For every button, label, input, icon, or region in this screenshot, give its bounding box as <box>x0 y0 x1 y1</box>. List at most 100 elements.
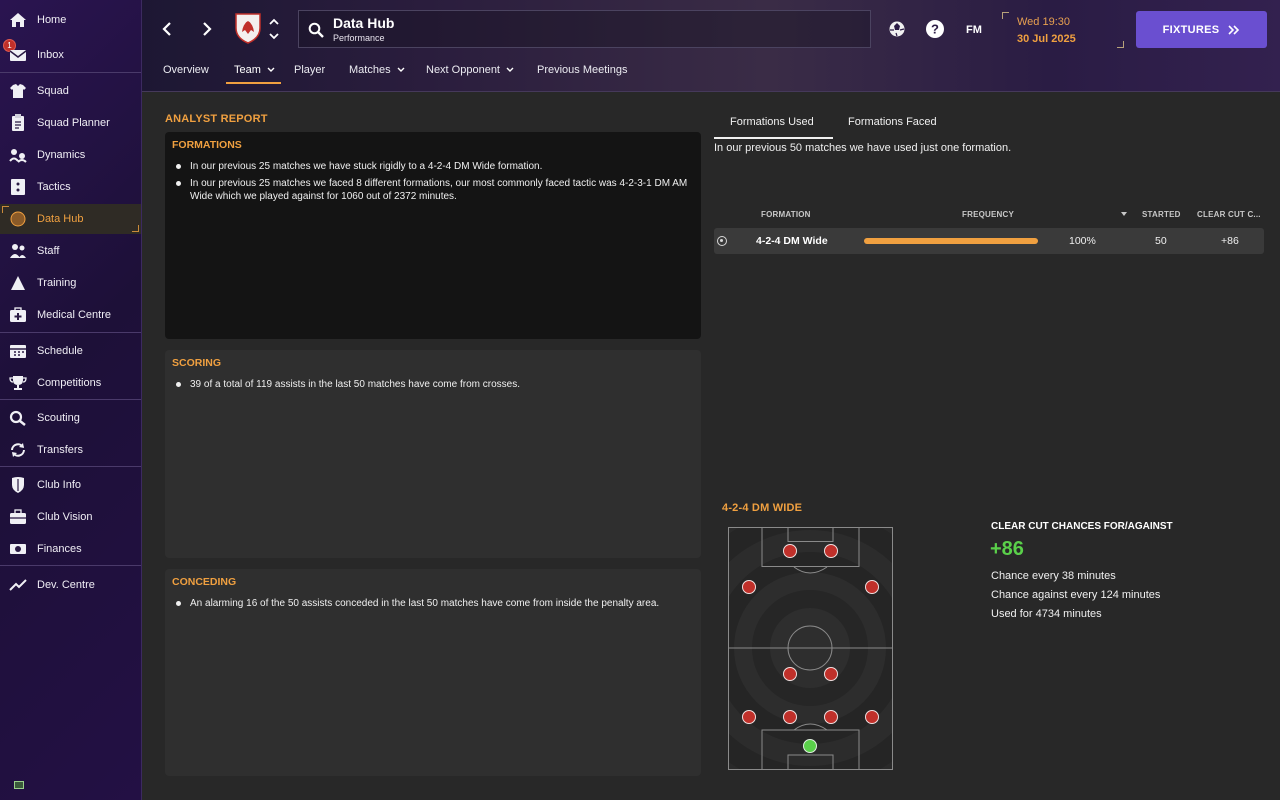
clear-cut-total: +86 <box>990 538 1024 560</box>
help-button[interactable]: ? <box>924 18 946 40</box>
conceding-heading: CONCEDING <box>172 576 237 588</box>
player-marker[interactable] <box>824 544 838 558</box>
player-marker[interactable] <box>824 710 838 724</box>
clear-cut-value: +86 <box>1221 235 1239 247</box>
goalkeeper-marker[interactable] <box>803 739 817 753</box>
started-value: 50 <box>1155 235 1167 247</box>
sidebar-item-training[interactable]: Training <box>0 268 141 298</box>
search-bar[interactable]: Data Hub Performance <box>298 10 871 48</box>
tab-player[interactable]: Player <box>294 64 325 84</box>
sidebar-item-label: Transfers <box>37 444 84 456</box>
fm-menu-button[interactable]: FM <box>960 20 988 40</box>
formations-report-panel: FORMATIONS In our previous 25 matches we… <box>165 132 701 339</box>
table-row[interactable]: 4-2-4 DM Wide 100% 50 +86 <box>714 228 1264 254</box>
sidebar-item-medical-centre[interactable]: Medical Centre <box>0 300 141 330</box>
tactics-icon <box>9 178 27 196</box>
sidebar-item-transfers[interactable]: Transfers <box>0 435 141 465</box>
tab-matches[interactable]: Matches <box>349 64 405 84</box>
tab-previous-meetings[interactable]: Previous Meetings <box>537 64 628 84</box>
back-button[interactable] <box>156 18 178 40</box>
sidebar-item-label: Dynamics <box>37 149 86 161</box>
player-marker[interactable] <box>742 580 756 594</box>
club-crest-button[interactable] <box>232 11 264 45</box>
club-info-icon <box>9 476 27 494</box>
globe-ball-icon <box>889 21 905 37</box>
chance-for-rate: Chance every 38 minutes <box>991 570 1116 582</box>
player-marker[interactable] <box>783 710 797 724</box>
world-button[interactable] <box>886 18 908 40</box>
divider <box>0 72 141 73</box>
sidebar-item-inbox[interactable]: Inbox <box>0 40 141 70</box>
club-switch-button[interactable] <box>268 16 280 42</box>
formations-bullets: In our previous 25 matches we have stuck… <box>176 160 695 207</box>
sidebar-item-label: Medical Centre <box>37 309 111 321</box>
tab-formations-faced[interactable]: Formations Faced <box>848 116 937 128</box>
frequency-bar-fill <box>864 238 1038 244</box>
sidebar-item-finances[interactable]: Finances <box>0 534 141 564</box>
formation-pitch <box>728 527 893 770</box>
tab-next-opponent[interactable]: Next Opponent <box>426 64 514 84</box>
chevron-left-icon <box>162 22 171 36</box>
page-subtitle: Performance <box>333 33 385 43</box>
column-header-clear-cut[interactable]: CLEAR CUT C... <box>1197 210 1261 219</box>
fixtures-button[interactable]: FIXTURES <box>1136 11 1267 48</box>
column-header-formation[interactable]: FORMATION <box>761 210 811 219</box>
tab-overview[interactable]: Overview <box>163 64 209 84</box>
sidebar-item-dynamics[interactable]: Dynamics <box>0 140 141 170</box>
scoring-bullets: 39 of a total of 119 assists in the last… <box>176 378 695 395</box>
sidebar-item-staff[interactable]: Staff <box>0 236 141 266</box>
sidebar-item-data-hub[interactable]: Data Hub <box>0 204 141 234</box>
dynamics-icon <box>9 146 27 164</box>
formation-name: 4-2-4 DM Wide <box>756 235 828 247</box>
sidebar-item-squad[interactable]: Squad <box>0 76 141 106</box>
sidebar-item-label: Club Vision <box>37 511 93 523</box>
sidebar-item-schedule[interactable]: Schedule <box>0 336 141 366</box>
medical-icon <box>9 306 27 324</box>
fixtures-label: FIXTURES <box>1162 23 1220 36</box>
sidebar-item-label: Staff <box>37 245 60 257</box>
frequency-value: 100% <box>1069 235 1096 247</box>
selected-formation-title: 4-2-4 DM WIDE <box>722 502 803 514</box>
used-for-minutes: Used for 4734 minutes <box>991 608 1102 620</box>
svg-text:?: ? <box>931 22 939 37</box>
player-marker[interactable] <box>865 580 879 594</box>
search-icon <box>308 22 324 38</box>
sidebar-item-competitions[interactable]: Competitions <box>0 368 141 398</box>
column-header-started[interactable]: STARTED <box>1142 210 1181 219</box>
sidebar-item-club-vision[interactable]: Club Vision <box>0 502 141 532</box>
player-marker[interactable] <box>824 667 838 681</box>
sidebar-item-tactics[interactable]: Tactics <box>0 172 141 202</box>
sidebar-item-home[interactable]: Home <box>0 5 141 35</box>
training-icon <box>9 274 27 292</box>
date-display[interactable]: Wed 19:30 30 Jul 2025 <box>1002 12 1124 48</box>
active-tab-indicator <box>226 82 281 84</box>
tab-formations-used[interactable]: Formations Used <box>730 116 814 128</box>
chevron-right-icon <box>203 22 212 36</box>
player-marker[interactable] <box>742 710 756 724</box>
player-marker[interactable] <box>783 544 797 558</box>
main-content: ANALYST REPORT FORMATIONS In our previou… <box>142 92 1280 800</box>
schedule-icon <box>9 342 27 360</box>
player-marker[interactable] <box>783 667 797 681</box>
sidebar-item-club-info[interactable]: Club Info <box>0 470 141 500</box>
player-marker[interactable] <box>865 710 879 724</box>
divider <box>0 399 141 400</box>
top-header: Data Hub Performance ? FM Wed 19:30 30 J… <box>142 0 1280 92</box>
current-time: Wed 19:30 <box>1017 16 1071 28</box>
trophy-icon <box>9 374 27 392</box>
forward-button[interactable] <box>196 18 218 40</box>
sidebar-item-dev-centre[interactable]: Dev. Centre <box>0 570 141 600</box>
sidebar-item-label: Tactics <box>37 181 71 193</box>
tab-team[interactable]: Team <box>234 64 275 84</box>
selected-radio-icon[interactable] <box>717 236 727 246</box>
divider <box>0 332 141 333</box>
staff-icon <box>9 242 27 260</box>
sidebar-item-scouting[interactable]: Scouting <box>0 403 141 433</box>
column-header-frequency[interactable]: FREQUENCY <box>962 210 1014 219</box>
sidebar-item-label: Data Hub <box>37 213 84 225</box>
club-crest-icon <box>235 13 261 44</box>
formations-summary: In our previous 50 matches we have used … <box>714 142 1012 154</box>
sidebar-item-squad-planner[interactable]: Squad Planner <box>0 108 141 138</box>
squad-planner-icon <box>9 114 27 132</box>
sidebar-item-label: Dev. Centre <box>37 579 95 591</box>
